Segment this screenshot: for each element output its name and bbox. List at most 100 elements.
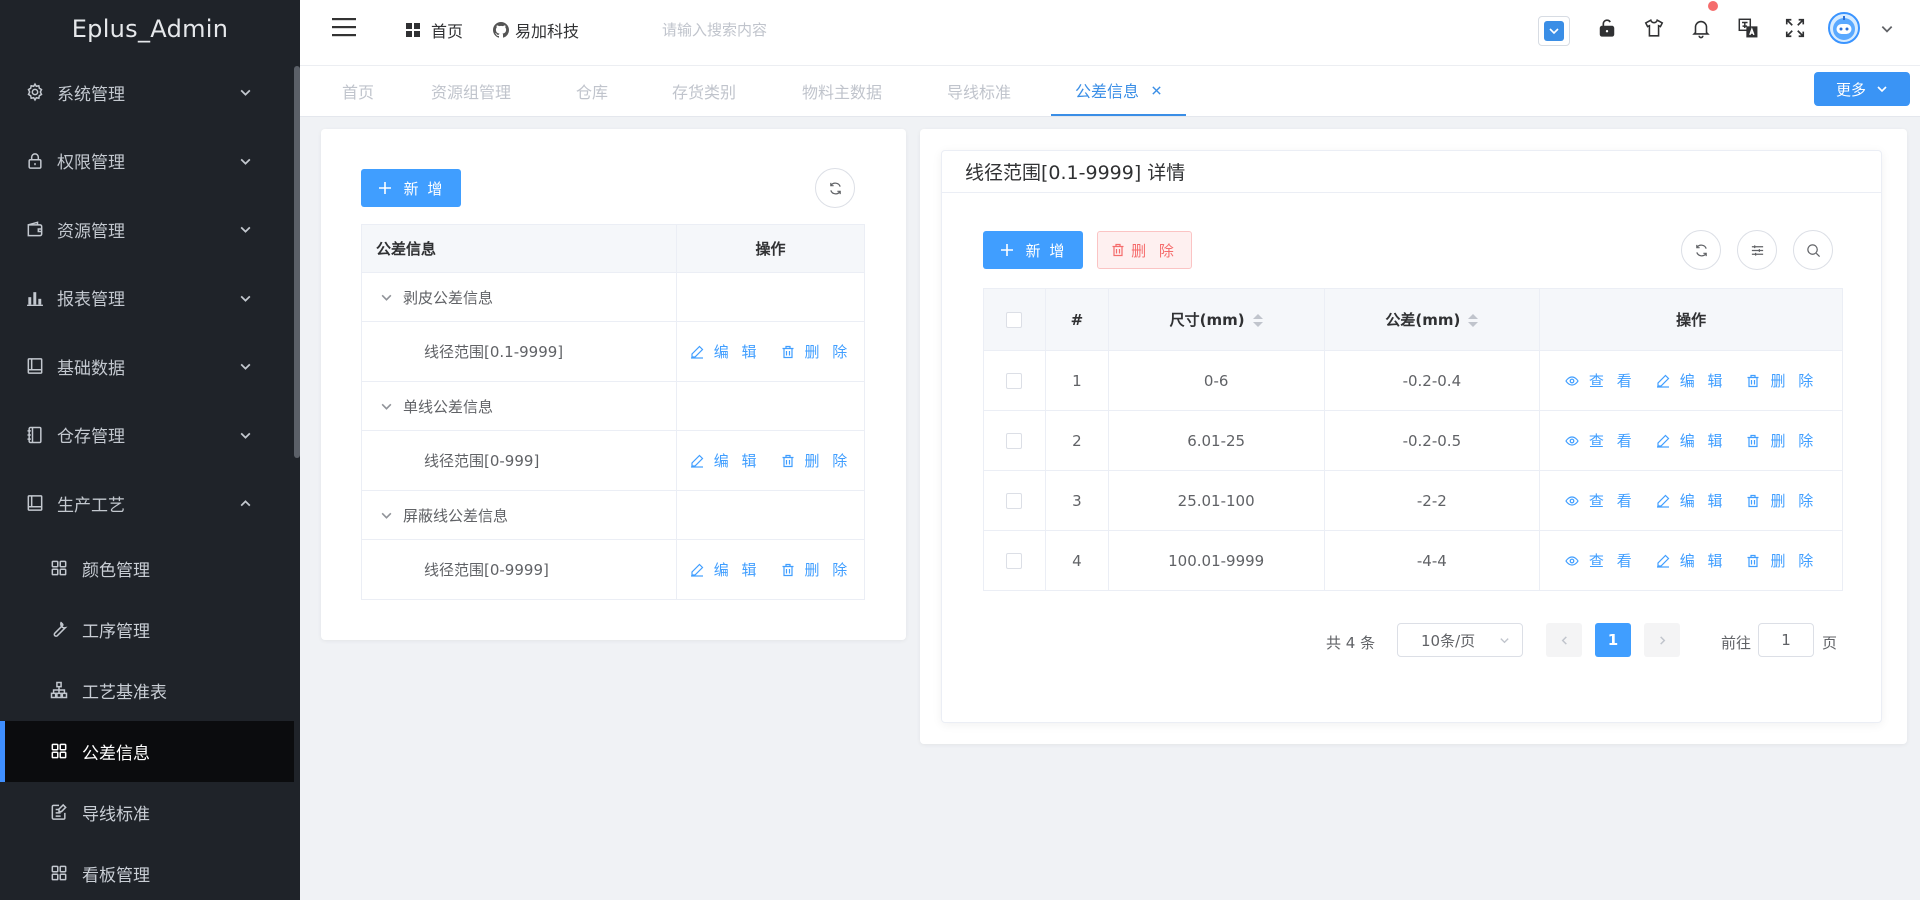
table-row: 3 25.01-100 -2-2 查 看 编 辑 删 除: [983, 470, 1843, 531]
edit-button[interactable]: 编 辑: [1656, 430, 1727, 451]
eye-icon: [1565, 555, 1579, 566]
header-home-label: 首页: [431, 22, 464, 41]
edit-button[interactable]: 编 辑: [1656, 490, 1727, 511]
fullscreen-icon[interactable]: [1784, 17, 1806, 39]
chevron-right-icon: [1659, 635, 1665, 645]
sidebar-subitem-wire-standard[interactable]: 导线标准: [0, 782, 294, 843]
more-tabs-button[interactable]: 更多: [1814, 72, 1910, 106]
view-button[interactable]: 查 看: [1565, 550, 1636, 571]
view-button[interactable]: 查 看: [1565, 490, 1636, 511]
tab-inventory-category[interactable]: 存货类别: [672, 66, 736, 115]
sidebar-subitem-process[interactable]: 工序管理: [0, 599, 294, 660]
pagination-goto-input[interactable]: [1758, 623, 1814, 657]
sidebar-item-basic-data[interactable]: 基础数据: [0, 332, 294, 401]
delete-button[interactable]: 删 除: [1746, 490, 1817, 511]
chevron-down-icon[interactable]: [380, 509, 393, 522]
sidebar-item-warehouse[interactable]: 仓存管理: [0, 401, 294, 470]
chevron-down-icon[interactable]: [380, 291, 393, 304]
tab-warehouse[interactable]: 仓库: [576, 66, 608, 115]
sidebar-item-resource[interactable]: 资源管理: [0, 195, 294, 264]
pagination-prev-button[interactable]: [1546, 623, 1582, 657]
search-input[interactable]: [662, 15, 942, 45]
chevron-down-icon: [240, 158, 251, 165]
delete-button[interactable]: 删 除: [781, 450, 852, 471]
view-button[interactable]: 查 看: [1565, 430, 1636, 451]
bell-icon[interactable]: [1690, 17, 1712, 39]
select-all-checkbox[interactable]: [1006, 312, 1023, 328]
edit-label: 编 辑: [713, 452, 761, 470]
column-header-size[interactable]: 尺寸(mm): [1108, 288, 1325, 351]
detail-add-button[interactable]: 新 增: [983, 231, 1083, 269]
sidebar-subitem-label: 颜色管理: [82, 560, 150, 581]
tab-tolerance-info[interactable]: 公差信息: [1051, 66, 1187, 116]
sidebar-item-production[interactable]: 生产工艺: [0, 469, 294, 538]
sidebar-item-permission[interactable]: 权限管理: [0, 127, 294, 196]
detail-title: 线径范围[0.1-9999] 详情: [942, 151, 1881, 193]
row-tolerance: -0.2-0.4: [1324, 350, 1541, 411]
tree-group-row[interactable]: 剥皮公差信息: [361, 272, 865, 322]
edit-button[interactable]: 编 辑: [690, 341, 761, 362]
close-icon[interactable]: [1151, 85, 1162, 96]
edit-label: 编 辑: [1679, 372, 1727, 390]
edit-button[interactable]: 编 辑: [690, 450, 761, 471]
detail-search-button[interactable]: [1793, 230, 1833, 270]
edit-button[interactable]: 编 辑: [1656, 370, 1727, 391]
view-button[interactable]: 查 看: [1565, 370, 1636, 391]
translate-icon[interactable]: [1737, 17, 1759, 39]
lock-icon[interactable]: [1596, 17, 1618, 39]
delete-button[interactable]: 删 除: [1746, 370, 1817, 391]
sidebar-subitem-process-baseline[interactable]: 工艺基准表: [0, 660, 294, 721]
edit-icon: [1656, 374, 1670, 388]
delete-button[interactable]: 删 除: [1746, 430, 1817, 451]
lock-icon: [28, 153, 42, 169]
sidebar-subitem-color[interactable]: 颜色管理: [0, 538, 294, 599]
pagination-next-button[interactable]: [1644, 623, 1680, 657]
edit-icon: [690, 454, 704, 468]
detail-refresh-button[interactable]: [1681, 230, 1721, 270]
sidebar-item-system[interactable]: 系统管理: [0, 58, 294, 127]
sort-caret-icon[interactable]: [1252, 314, 1263, 327]
detail-column-settings-button[interactable]: [1737, 230, 1777, 270]
tab-wire-standard[interactable]: 导线标准: [947, 66, 1011, 115]
row-size: 25.01-100: [1108, 470, 1325, 531]
sidebar-item-report[interactable]: 报表管理: [0, 264, 294, 333]
row-checkbox[interactable]: [1006, 553, 1023, 569]
tree-leaf-row[interactable]: 线径范围[0-9999] 编 辑 删 除: [361, 539, 865, 600]
chevron-down-icon[interactable]: [380, 400, 393, 413]
tree-leaf-row[interactable]: 线径范围[0.1-9999] 编 辑 删 除: [361, 321, 865, 382]
edit-button[interactable]: 编 辑: [690, 559, 761, 580]
tree-leaf-row[interactable]: 线径范围[0-999] 编 辑 删 除: [361, 430, 865, 491]
header-home-link[interactable]: 首页: [406, 18, 463, 42]
delete-label: 删 除: [1770, 492, 1818, 510]
sort-caret-icon[interactable]: [1468, 314, 1479, 327]
chevron-down-icon: [1500, 638, 1509, 644]
tshirt-icon[interactable]: [1643, 17, 1665, 39]
pagination-page-button[interactable]: 1: [1595, 623, 1631, 657]
row-checkbox[interactable]: [1006, 493, 1023, 509]
tree-group-row[interactable]: 屏蔽线公差信息: [361, 490, 865, 540]
sidebar-scrollbar[interactable]: [294, 66, 300, 458]
tree-group-row[interactable]: 单线公差信息: [361, 381, 865, 431]
pagination-page-size-select[interactable]: 10条/页: [1397, 623, 1523, 657]
row-checkbox[interactable]: [1006, 373, 1023, 389]
delete-button[interactable]: 删 除: [781, 559, 852, 580]
delete-button[interactable]: 删 除: [1746, 550, 1817, 571]
delete-button[interactable]: 删 除: [781, 341, 852, 362]
tab-material-master[interactable]: 物料主数据: [802, 66, 882, 115]
edit-button[interactable]: 编 辑: [1656, 550, 1727, 571]
row-checkbox[interactable]: [1006, 433, 1023, 449]
header-select-toggle[interactable]: [1538, 16, 1570, 46]
sidebar-subitem-tolerance[interactable]: 公差信息: [0, 720, 294, 782]
detail-delete-button[interactable]: 删 除: [1097, 231, 1192, 269]
tree-refresh-button[interactable]: [815, 168, 855, 208]
column-header-tolerance[interactable]: 公差(mm): [1324, 288, 1541, 351]
header-company-link[interactable]: 易加科技: [493, 18, 579, 42]
avatar[interactable]: [1828, 12, 1860, 44]
sidebar-subitem-dashboard[interactable]: 看板管理: [0, 843, 294, 900]
chevron-down-icon[interactable]: [1880, 22, 1894, 36]
tree-add-button[interactable]: 新 增: [361, 169, 461, 207]
tab-label: 物料主数据: [802, 82, 883, 102]
tab-resource-group[interactable]: 资源组管理: [431, 66, 511, 115]
hamburger-icon[interactable]: [331, 16, 357, 38]
tab-home[interactable]: 首页: [342, 66, 374, 115]
